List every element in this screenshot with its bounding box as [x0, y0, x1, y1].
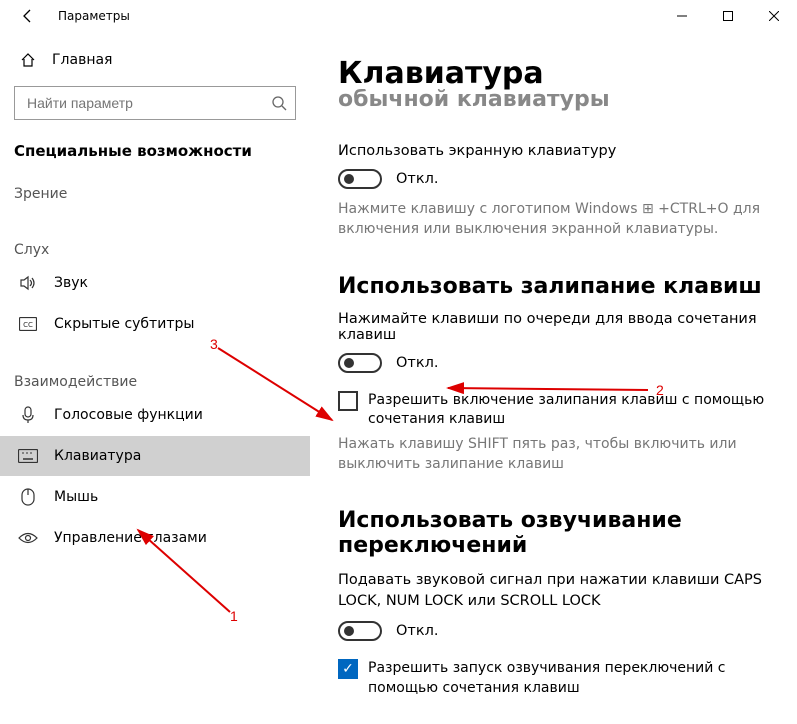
back-button[interactable]	[12, 0, 44, 32]
maximize-button[interactable]	[705, 0, 751, 32]
nav-eye[interactable]: Управление глазами	[14, 518, 296, 558]
nav-cc[interactable]: CC Скрытые субтитры	[14, 304, 296, 344]
close-icon	[769, 11, 779, 21]
search-icon	[271, 95, 287, 111]
sticky-heading: Использовать залипание клавиш	[338, 274, 765, 299]
nav-voice-label: Голосовые функции	[54, 407, 203, 423]
nav-home[interactable]: Главная	[14, 44, 296, 76]
mouse-icon	[18, 488, 38, 506]
window-controls	[659, 0, 797, 32]
sidebar: Главная Специальные возможности Зрение С…	[0, 32, 310, 724]
cc-icon: CC	[18, 317, 38, 331]
window-title: Параметры	[58, 9, 130, 23]
osk-label: Использовать экранную клавиатуру	[338, 143, 765, 159]
nav-cc-label: Скрытые субтитры	[54, 316, 194, 332]
sticky-hint: Нажать клавишу SHIFT пять раз, чтобы вкл…	[338, 434, 765, 475]
close-button[interactable]	[751, 0, 797, 32]
minimize-icon	[677, 11, 687, 21]
nav-mouse[interactable]: Мышь	[14, 476, 296, 518]
nav-keyboard[interactable]: Клавиатура	[0, 436, 310, 476]
sticky-toggle[interactable]	[338, 353, 382, 373]
sidebar-group-hearing: Слух	[14, 242, 296, 258]
eye-icon	[18, 531, 38, 545]
search-box[interactable]	[14, 86, 296, 120]
nav-mouse-label: Мышь	[54, 489, 98, 505]
speaker-icon	[18, 274, 38, 292]
togglekeys-shortcut-label: Разрешить запуск озвучивания переключени…	[368, 659, 765, 698]
sticky-label: Нажимайте клавиши по очереди для ввода с…	[338, 311, 765, 343]
page-title: Клавиатура	[338, 56, 765, 91]
sticky-toggle-state: Откл.	[396, 355, 439, 371]
sidebar-section-title: Специальные возможности	[14, 142, 296, 160]
home-icon	[18, 52, 38, 68]
nav-home-label: Главная	[52, 52, 112, 68]
search-input[interactable]	[27, 95, 271, 111]
togglekeys-toggle[interactable]	[338, 621, 382, 641]
osk-toggle-state: Откл.	[396, 171, 439, 187]
keyboard-icon	[18, 449, 38, 463]
sticky-shortcut-label: Разрешить включение залипания клавиш с п…	[368, 391, 765, 430]
nav-sound[interactable]: Звук	[14, 262, 296, 304]
title-bar: Параметры	[0, 0, 797, 32]
microphone-icon	[18, 406, 38, 424]
nav-voice[interactable]: Голосовые функции	[14, 394, 296, 436]
osk-hint: Нажмите клавишу с логотипом Windows ⊞ +C…	[338, 199, 765, 240]
nav-keyboard-label: Клавиатура	[54, 448, 141, 464]
content-pane: Клавиатура Использовать устройство без о…	[310, 32, 797, 724]
minimize-button[interactable]	[659, 0, 705, 32]
svg-text:CC: CC	[23, 321, 33, 329]
togglekeys-label: Подавать звуковой сигнал при нажатии кла…	[338, 570, 765, 611]
cutoff-heading: Использовать устройство без обычной клав…	[338, 89, 765, 137]
sticky-shortcut-checkbox[interactable]	[338, 391, 358, 411]
nav-sound-label: Звук	[54, 275, 88, 291]
nav-eye-label: Управление глазами	[54, 530, 207, 546]
togglekeys-heading: Использовать озвучивание переключений	[338, 508, 765, 558]
sidebar-group-interaction: Взаимодействие	[14, 374, 296, 390]
togglekeys-shortcut-checkbox[interactable]: ✓	[338, 659, 358, 679]
togglekeys-toggle-state: Откл.	[396, 623, 439, 639]
osk-toggle[interactable]	[338, 169, 382, 189]
arrow-left-icon	[20, 8, 36, 24]
maximize-icon	[723, 11, 733, 21]
sidebar-group-vision: Зрение	[14, 186, 296, 202]
